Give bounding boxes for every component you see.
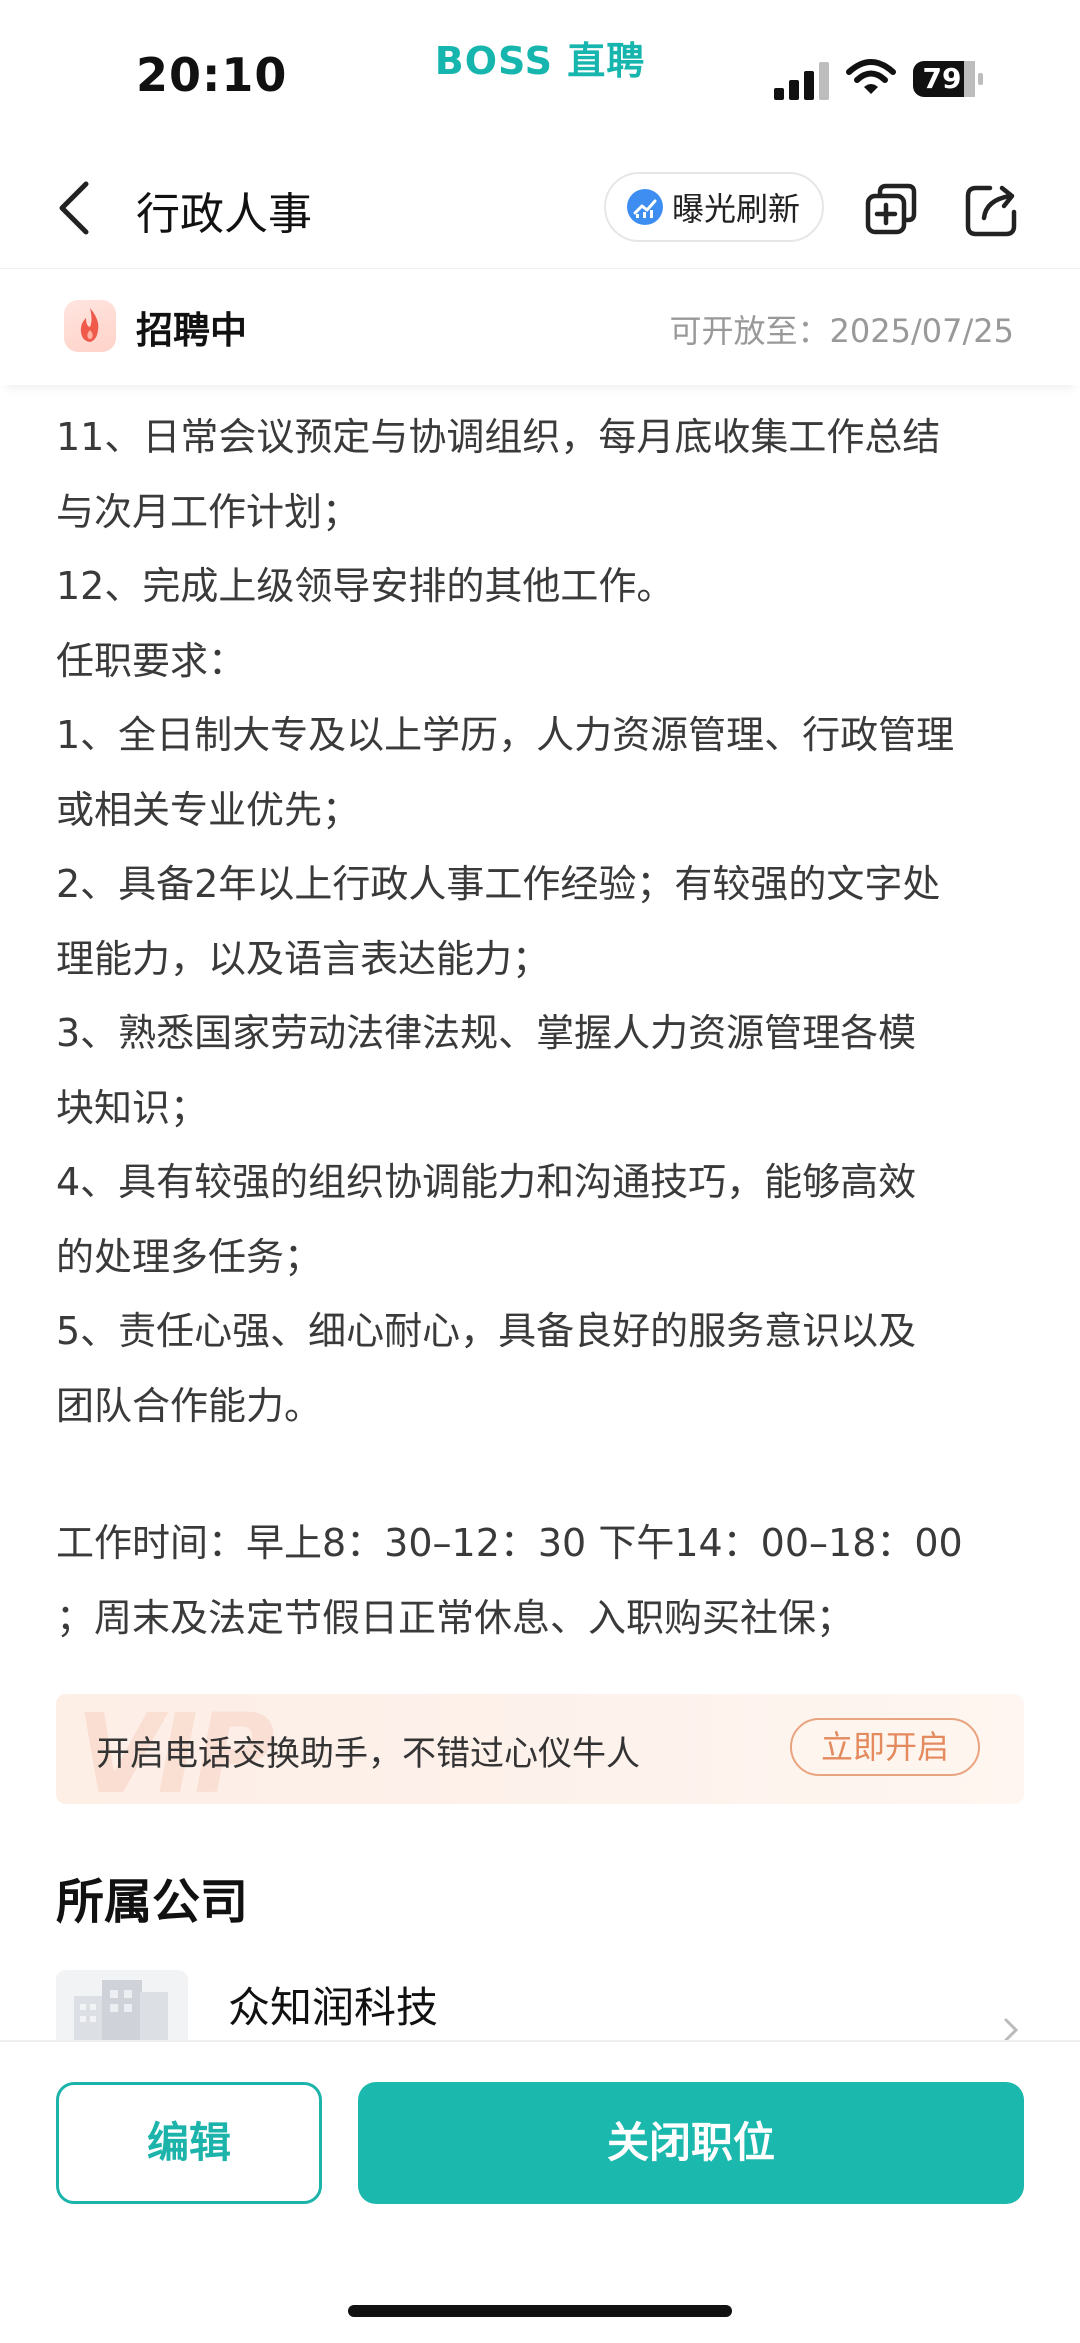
cellular-signal-icon [774,62,829,100]
description-line: 12、完成上级领导安排的其他工作。 [56,564,675,608]
work-time-line: ；周末及法定节假日正常休息、入职购买社保； [56,1595,855,1640]
description-line: 2、具备2年以上行政人事工作经验；有较强的文字处 [56,862,941,906]
exposure-refresh-button[interactable]: 曝光刷新 [604,172,824,242]
phone-exchange-banner[interactable]: VIP 开启电话交换助手，不错过心仪牛人 立即开启 [56,1694,1024,1804]
page-title: 行政人事 [136,189,312,240]
chevron-right-icon[interactable] [1000,2018,1022,2042]
banner-text: 开启电话交换助手，不错过心仪牛人 [96,1734,640,1774]
work-time-line: 工作时间：早上8：30–12：30 下午14：00–18：00 [56,1521,963,1565]
recruiting-flame-icon [64,300,116,352]
description-line: 团队合作能力。 [56,1383,323,1428]
description-line: 理能力，以及语言表达能力； [56,936,551,981]
wifi-icon [846,59,896,94]
description-line: 的处理多任务； [56,1234,323,1279]
description-line: 任职要求： [56,638,247,683]
back-arrow-icon[interactable] [54,178,94,238]
company-logo[interactable] [56,1970,188,2040]
recruiting-status-label: 招聘中 [136,309,247,352]
company-section-title: 所属公司 [56,1874,249,1930]
battery-level: 79 [922,62,962,95]
home-indicator[interactable] [348,2305,732,2317]
enable-now-button[interactable]: 立即开启 [790,1718,980,1776]
share-icon[interactable] [964,182,1020,238]
description-line: 11、日常会议预定与协调组织，每月底收集工作总结 [56,415,941,459]
description-line: 5、责任心强、细心耐心，具备良好的服务意识以及 [56,1309,917,1353]
company-name[interactable]: 众知润科技 [228,1974,438,2035]
description-line: 与次月工作计划； [56,489,361,534]
description-line: 3、熟悉国家劳动法律法规、掌握人力资源管理各模 [56,1011,917,1055]
open-until-date: 可开放至：2025/07/25 [669,312,1014,350]
trend-chart-icon [627,189,663,225]
work-time-text: 工作时间：早上8：30–12：30 下午14：00–18：00 ；周末及法定节假… [56,1506,1036,1655]
edit-button[interactable]: 编辑 [56,2082,322,2204]
description-line: 4、具有较强的组织协调能力和沟通技巧，能够高效 [56,1160,917,1204]
job-description: 11、日常会议预定与协调组织，每月底收集工作总结 与次月工作计划； 12、完成上… [56,400,1036,1443]
close-position-button[interactable]: 关闭职位 [358,2082,1024,2204]
description-line: 1、全日制大专及以上学历，人力资源管理、行政管理 [56,713,955,757]
exposure-refresh-label: 曝光刷新 [672,190,801,228]
battery-icon: 79 [912,58,984,100]
description-line: 或相关专业优先； [56,787,361,832]
description-line: 块知识； [56,1085,209,1130]
copy-icon[interactable] [864,182,920,238]
